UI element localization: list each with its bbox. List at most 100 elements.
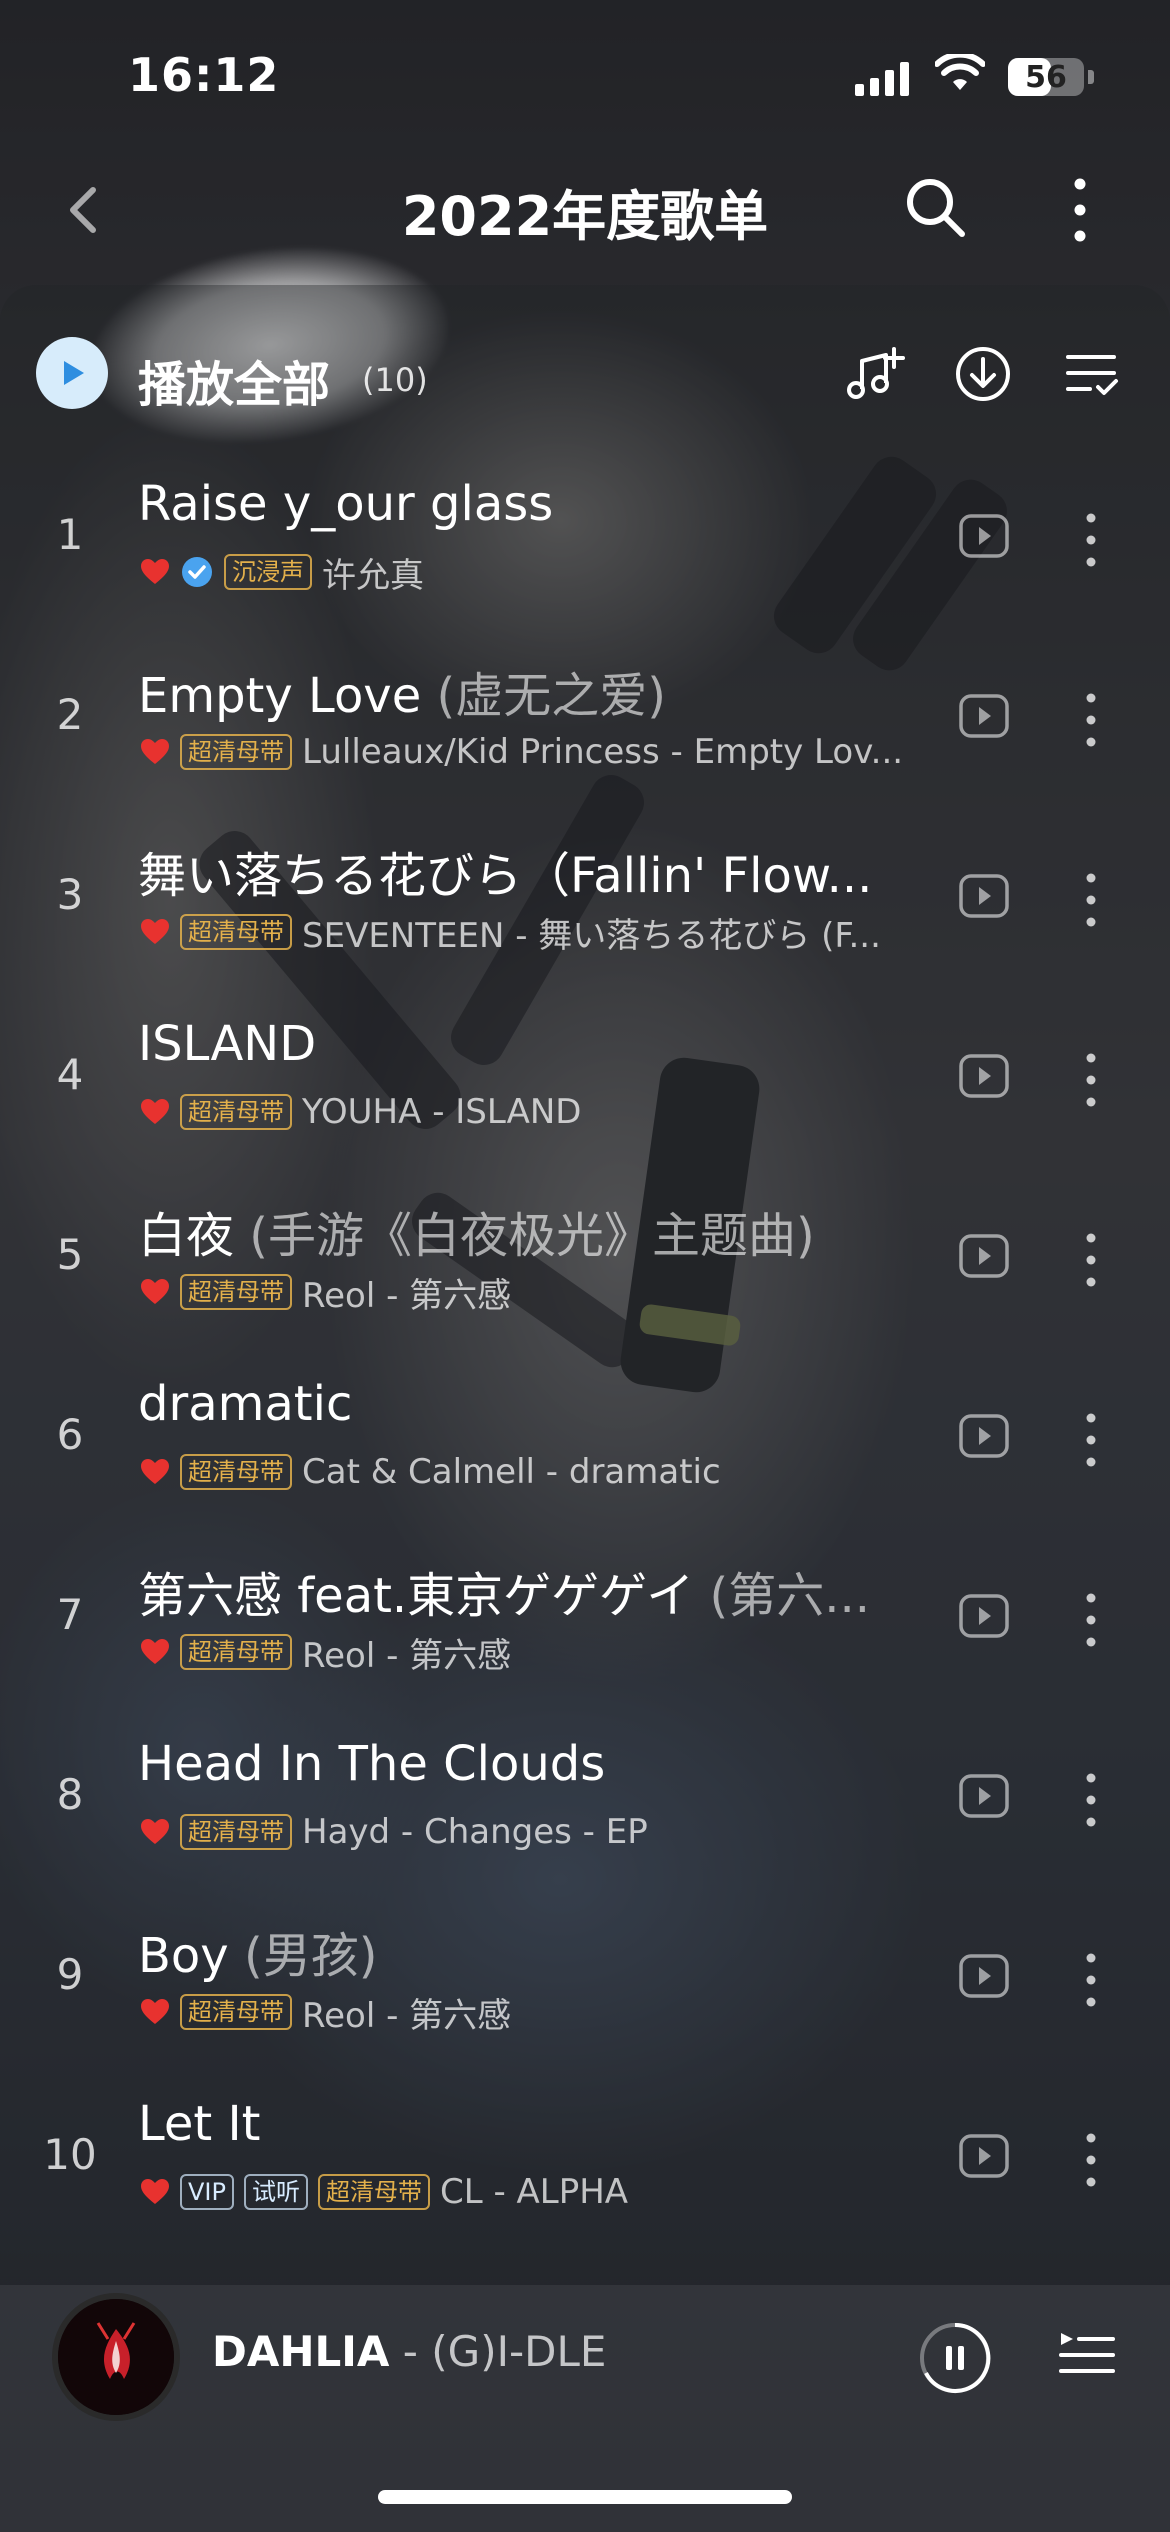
song-artist: Reol - 第六感 <box>302 1995 512 2033</box>
video-play-icon[interactable] <box>958 1410 1010 1462</box>
song-meta: VIP 试听 超清母带 CL - ALPHA <box>140 2172 910 2212</box>
song-index: 10 <box>43 2130 97 2179</box>
song-row[interactable]: 8 Head In The Clouds 超清母带 Hayd - Changes -… <box>0 1720 1170 1900</box>
song-artist: CL - ALPHA <box>439 2172 629 2212</box>
song-title: Empty Love (虚无之爱) <box>138 656 918 726</box>
verified-badge-icon <box>182 557 212 587</box>
battery-percent: 56 <box>1025 59 1067 95</box>
download-icon[interactable] <box>950 341 1016 407</box>
video-play-icon[interactable] <box>958 2130 1010 2182</box>
song-meta: 超清母带 Reol - 第六感 <box>140 1632 910 1672</box>
song-artist: Cat & Calmell - dramatic <box>302 1452 721 1492</box>
more-vertical-icon[interactable] <box>1075 690 1107 750</box>
tag-badge: 超清母带 <box>180 1814 292 1850</box>
more-vertical-icon[interactable] <box>1075 1230 1107 1290</box>
video-play-icon[interactable] <box>958 690 1010 742</box>
heart-icon[interactable] <box>140 2178 170 2206</box>
song-meta: 超清母带 Reol - 第六感 <box>140 1272 910 1312</box>
song-title: Let It <box>138 2096 918 2152</box>
search-icon[interactable] <box>900 172 970 242</box>
song-row[interactable]: 7 第六感 feat.東京ゲゲゲイ (第六... 超清母带 Reol - 第六感 <box>0 1540 1170 1720</box>
more-vertical-icon[interactable] <box>1075 870 1107 930</box>
song-title: dramatic <box>138 1376 918 1432</box>
song-artist: Lulleaux/Kid Princess - Empty Lov... <box>302 732 904 772</box>
video-play-icon[interactable] <box>958 1950 1010 2002</box>
more-vertical-icon[interactable] <box>1075 510 1107 570</box>
more-vertical-icon[interactable] <box>1075 1410 1107 1470</box>
song-row[interactable]: 6 dramatic 超清母带 Cat & Calmell - dramatic <box>0 1360 1170 1540</box>
song-title-sub: (手游《白夜极光》主题曲) <box>249 1208 815 1264</box>
heart-icon[interactable] <box>140 1098 170 1126</box>
play-icon <box>64 361 84 385</box>
home-indicator <box>378 2490 792 2504</box>
song-row[interactable]: 10 Let It VIP 试听 超清母带 CL - ALPHA <box>0 2080 1170 2260</box>
song-title: Head In The Clouds <box>138 1736 918 1792</box>
song-meta: 超清母带 Cat & Calmell - dramatic <box>140 1452 910 1492</box>
song-meta: 超清母带 SEVENTEEN - 舞い落ちる花びら (F... <box>140 912 910 952</box>
more-vertical-icon[interactable] <box>1075 1590 1107 1650</box>
heart-icon[interactable] <box>140 738 170 766</box>
tag-badge: 超清母带 <box>180 734 292 770</box>
play-all-button[interactable] <box>36 337 108 409</box>
more-vertical-icon[interactable] <box>1075 1950 1107 2010</box>
pause-icon[interactable] <box>918 2321 992 2395</box>
heart-icon[interactable] <box>140 918 170 946</box>
song-title-main: 白夜 <box>138 1208 235 1264</box>
more-vertical-icon[interactable] <box>1075 1770 1107 1830</box>
battery-icon: 56 <box>1008 58 1084 96</box>
song-row[interactable]: 4 ISLAND 超清母带 YOUHA - ISLAND <box>0 1000 1170 1180</box>
video-play-icon[interactable] <box>958 1590 1010 1642</box>
song-title-sub: (第六... <box>709 1568 871 1624</box>
more-vertical-icon[interactable] <box>1060 172 1100 248</box>
song-index: 3 <box>56 870 84 919</box>
tag-badge: 超清母带 <box>180 1454 292 1490</box>
song-artist: SEVENTEEN - 舞い落ちる花びら (F... <box>302 915 881 953</box>
song-index: 5 <box>56 1230 84 1279</box>
song-artist: Hayd - Changes - EP <box>302 1812 648 1852</box>
song-row[interactable]: 9 Boy (男孩) 超清母带 Reol - 第六感 <box>0 1900 1170 2080</box>
tag-badge: 超清母带 <box>180 914 292 950</box>
playlist-icon[interactable] <box>1055 2325 1117 2387</box>
heart-icon[interactable] <box>140 1998 170 2026</box>
song-title: 舞い落ちる花びら（Fallin' Flow... <box>138 836 918 906</box>
album-cover-image <box>58 2299 174 2415</box>
more-vertical-icon[interactable] <box>1075 1050 1107 1110</box>
video-play-icon[interactable] <box>958 510 1010 562</box>
status-bar: 16:12 56 <box>0 0 1170 150</box>
heart-icon[interactable] <box>140 1278 170 1306</box>
tag-badge: 超清母带 <box>180 1094 292 1130</box>
music-add-icon[interactable] <box>842 341 908 407</box>
video-play-icon[interactable] <box>958 1050 1010 1102</box>
song-title-main: Head In The Clouds <box>138 1736 606 1792</box>
song-row[interactable]: 2 Empty Love (虚无之爱) 超清母带 Lulleaux/Kid Princ… <box>0 640 1170 820</box>
song-title-main: Let It <box>138 2096 261 2152</box>
song-row[interactable]: 3 舞い落ちる花びら（Fallin' Flow... 超清母带 SEVENTEEN … <box>0 820 1170 1000</box>
heart-icon[interactable] <box>140 1638 170 1666</box>
now-playing-separator: - <box>389 2327 432 2376</box>
tag-badge: VIP <box>180 2174 234 2210</box>
heart-icon[interactable] <box>140 1458 170 1486</box>
battery-cap <box>1088 70 1094 84</box>
song-count: (10) <box>362 361 428 399</box>
nav-bar: 2022年度歌单 <box>0 150 1170 465</box>
album-art[interactable] <box>52 2293 180 2421</box>
song-title: 白夜 (手游《白夜极光》主题曲) <box>138 1196 918 1266</box>
song-title: Boy (男孩) <box>138 1916 918 1986</box>
heart-icon[interactable] <box>140 1818 170 1846</box>
song-row[interactable]: 5 白夜 (手游《白夜极光》主题曲) 超清母带 Reol - 第六感 <box>0 1180 1170 1360</box>
song-index: 8 <box>56 1770 84 1819</box>
now-playing-text[interactable]: DAHLIA - (G)I-DLE <box>212 2327 606 2376</box>
heart-icon[interactable] <box>140 558 170 586</box>
song-artist: Reol - 第六感 <box>302 1275 512 1313</box>
tag-badge: 超清母带 <box>180 1994 292 2030</box>
song-title-sub: (虚无之爱) <box>436 668 666 724</box>
list-check-icon[interactable] <box>1058 341 1124 407</box>
video-play-icon[interactable] <box>958 870 1010 922</box>
video-play-icon[interactable] <box>958 1230 1010 1282</box>
tag-badge: 超清母带 <box>317 2174 430 2210</box>
more-vertical-icon[interactable] <box>1075 2130 1107 2190</box>
song-row[interactable]: 1 Raise y_our glass 沉浸声 许允真 <box>0 460 1170 640</box>
tag-badge: 沉浸声 <box>224 554 312 590</box>
video-play-icon[interactable] <box>958 1770 1010 1822</box>
play-all-label[interactable]: 播放全部 <box>138 345 330 415</box>
